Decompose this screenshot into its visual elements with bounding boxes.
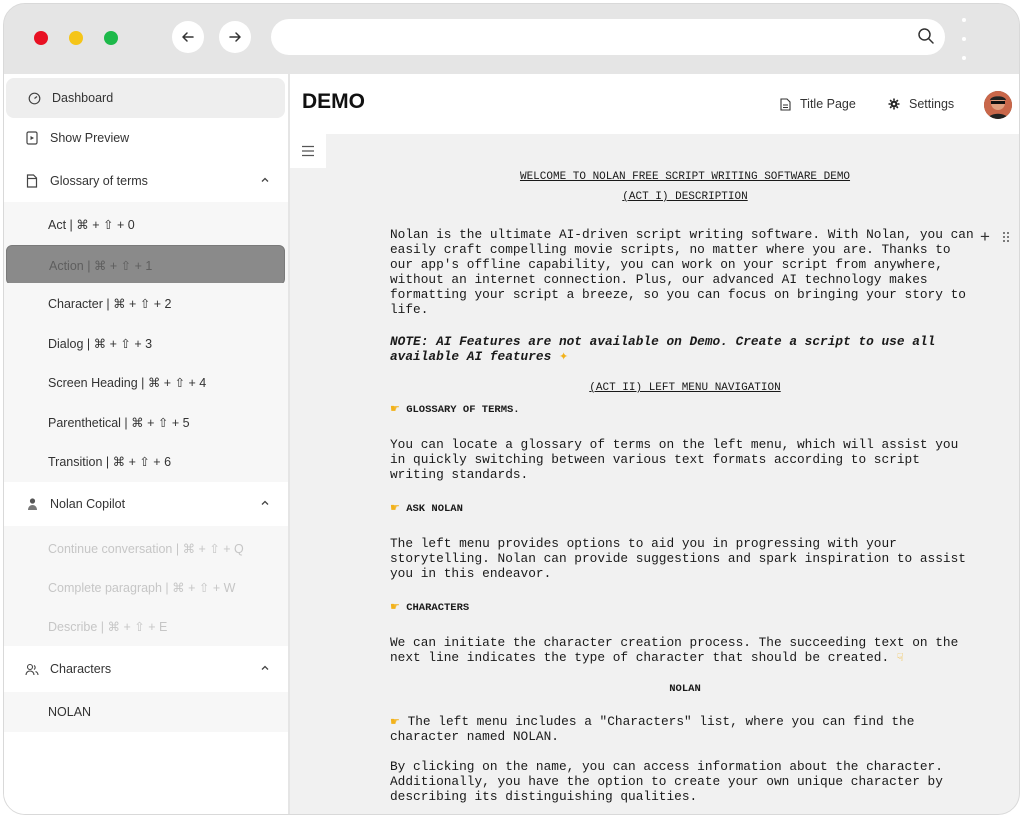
pointing-hand-icon: ☛ [390, 501, 400, 514]
copilot-item-describe: Describe | ⌘ + ⇧ + E [4, 606, 288, 646]
script-subheading: ☛ GLOSSARY OF TERMS. [390, 402, 520, 416]
dashboard-icon [26, 90, 42, 106]
sidebar-item-label: Show Preview [50, 131, 130, 145]
pointing-hand-icon: ☛ [390, 715, 400, 728]
glossary-item-screen-heading[interactable]: Screen Heading | ⌘ + ⇧ + 4 [4, 362, 288, 402]
script-paragraph: The left menu provides options to aid yo… [390, 536, 966, 581]
glossary-item-transition[interactable]: Transition | ⌘ + ⇧ + 6 [4, 441, 288, 481]
script-heading: (ACT I) DESCRIPTION [622, 191, 748, 203]
title-page-label: Title Page [800, 97, 856, 111]
sidebar-section-label: Nolan Copilot [50, 497, 126, 511]
glossary-item-character[interactable]: Character | ⌘ + ⇧ + 2 [4, 283, 288, 323]
characters-icon [24, 661, 40, 677]
settings-label: Settings [909, 97, 955, 111]
gear-icon [888, 98, 900, 110]
close-dot[interactable] [34, 31, 48, 45]
forward-button[interactable] [219, 21, 251, 53]
script-character: NOLAN [669, 683, 701, 695]
copilot-item-continue: Continue conversation | ⌘ + ⇧ + Q [4, 528, 288, 568]
title-page-button[interactable]: Title Page [780, 97, 856, 111]
pointing-hand-icon: ☛ [390, 402, 400, 415]
copilot-item-complete: Complete paragraph | ⌘ + ⇧ + W [4, 567, 288, 607]
script-paragraph: We can initiate the character creation p… [390, 635, 959, 665]
script-subheading: ☛ CHARACTERS [390, 600, 470, 614]
script-heading: WELCOME TO NOLAN FREE SCRIPT WRITING SOF… [519, 171, 851, 183]
character-item-nolan[interactable]: NOLAN [4, 692, 288, 732]
chevron-up-icon[interactable] [260, 662, 270, 676]
outline-toggle-button[interactable] [290, 134, 326, 168]
script-paragraph: By clicking on the name, you can access … [390, 759, 943, 804]
list-icon [302, 145, 314, 157]
editor-area: DEMO Title Page Settings + WELCOME TO NO… [290, 74, 1019, 814]
sidebar-section-copilot[interactable]: Nolan Copilot [4, 484, 288, 524]
script-document[interactable]: WELCOME TO NOLAN FREE SCRIPT WRITING SOF… [390, 170, 980, 804]
sparkle-icon: ✦ [558, 350, 569, 363]
glossary-item-parenthetical[interactable]: Parenthetical | ⌘ + ⇧ + 5 [4, 402, 288, 442]
document-icon [780, 97, 791, 111]
glossary-item-dialog[interactable]: Dialog | ⌘ + ⇧ + 3 [4, 323, 288, 363]
script-note: NOTE: AI Features are not available on D… [390, 334, 936, 364]
sidebar-item-show-preview[interactable]: Show Preview [4, 118, 288, 158]
pointing-down-icon: ☟ [896, 651, 904, 664]
sidebar-item-label: Dashboard [52, 91, 114, 105]
zoom-dot[interactable] [104, 31, 118, 45]
sidebar: Dashboard Show Preview Glossary of terms… [4, 74, 288, 814]
back-button[interactable] [172, 21, 204, 53]
sidebar-section-label: Characters [50, 662, 112, 676]
script-subheading: ☛ ASK NOLAN [390, 501, 463, 515]
sidebar-empty-area [4, 734, 288, 814]
add-block-icon[interactable]: + [980, 228, 990, 245]
preview-icon [24, 130, 40, 146]
sidebar-section-label: Glossary of terms [50, 174, 148, 188]
minimize-dot[interactable] [69, 31, 83, 45]
drag-handle-icon[interactable] [1002, 231, 1010, 243]
script-paragraph: Nolan is the ultimate AI-driven script w… [390, 227, 974, 317]
chevron-up-icon[interactable] [260, 497, 270, 511]
kebab-menu-icon[interactable] [961, 18, 967, 60]
glossary-item-action[interactable]: Action | ⌘ + ⇧ + 1 [6, 245, 285, 285]
sidebar-section-glossary[interactable]: Glossary of terms [4, 161, 288, 201]
pointing-hand-icon: ☛ [390, 600, 400, 613]
editor-header: DEMO Title Page Settings [290, 74, 1019, 134]
search-icon[interactable] [917, 27, 935, 50]
avatar[interactable] [984, 91, 1012, 119]
address-bar[interactable] [271, 19, 945, 55]
sidebar-item-dashboard[interactable]: Dashboard [6, 78, 285, 118]
sidebar-section-characters[interactable]: Characters [4, 649, 288, 689]
forward-arrow-icon [229, 32, 241, 42]
page-title: DEMO [302, 90, 365, 113]
back-arrow-icon [182, 32, 194, 42]
script-paragraph: ☛ The left menu includes a "Characters" … [390, 714, 915, 744]
chevron-up-icon[interactable] [260, 174, 270, 188]
settings-button[interactable]: Settings [888, 97, 954, 111]
script-paragraph: You can locate a glossary of terms on th… [390, 437, 959, 482]
block-tools: + [980, 228, 1010, 245]
document-icon [24, 173, 40, 189]
script-heading: (ACT II) LEFT MENU NAVIGATION [589, 382, 781, 394]
copilot-icon [24, 496, 40, 512]
browser-titlebar [4, 4, 1019, 74]
browser-window: Dashboard Show Preview Glossary of terms… [3, 3, 1020, 815]
glossary-item-act[interactable]: Act | ⌘ + ⇧ + 0 [4, 204, 288, 244]
